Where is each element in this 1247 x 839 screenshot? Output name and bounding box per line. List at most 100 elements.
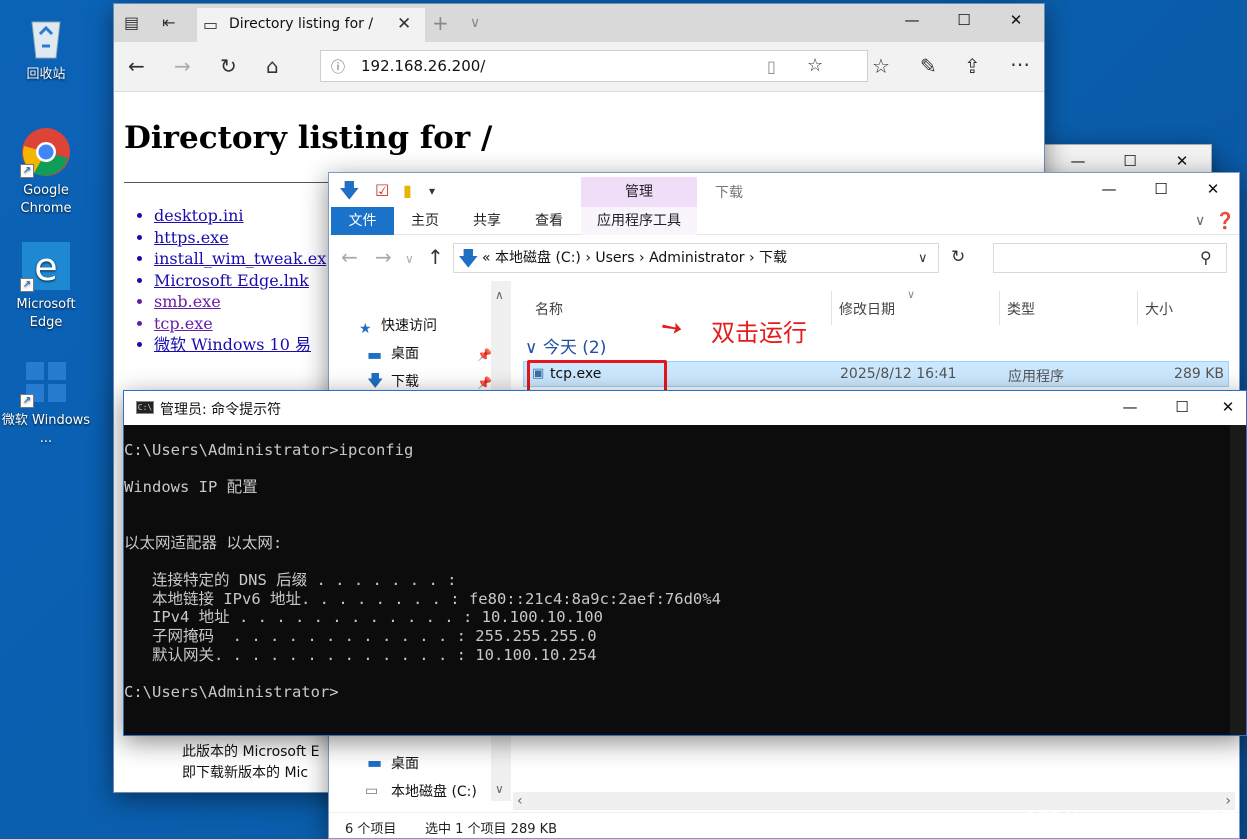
desktop-folder-icon: ▬ bbox=[367, 753, 383, 772]
close-icon[interactable]: ✕ bbox=[1208, 391, 1247, 423]
forward-icon[interactable]: → bbox=[174, 54, 191, 78]
close-icon[interactable]: ✕ bbox=[990, 4, 1042, 36]
explorer-address-row: ← → ∨ ↑ 🡇 « 本地磁盘 (C:) › Users › Administ… bbox=[329, 235, 1239, 281]
refresh-icon[interactable]: ↻ bbox=[951, 245, 965, 269]
tab-home[interactable]: 主页 bbox=[399, 207, 451, 235]
expand-ribbon-icon[interactable]: ∨ bbox=[1195, 209, 1205, 233]
refresh-icon[interactable]: ↻ bbox=[220, 54, 237, 78]
file-link[interactable]: https.exe bbox=[154, 227, 326, 249]
url-input[interactable]: ⓘ 192.168.26.200/ ▯ ☆ bbox=[320, 50, 868, 82]
file-size: 289 KB bbox=[1174, 366, 1224, 382]
shortcut-arrow-icon: ↗ bbox=[20, 278, 34, 292]
console-output[interactable]: C:\Users\Administrator>ipconfig Windows … bbox=[124, 441, 721, 701]
down-arrow-icon: 🡇 bbox=[339, 178, 360, 202]
nav-quick-access[interactable]: 快速访问 bbox=[381, 315, 437, 335]
new-tab-icon[interactable]: + bbox=[432, 11, 449, 35]
set-aside-tabs-icon[interactable]: ⇤ bbox=[162, 11, 175, 35]
file-link[interactable]: tcp.exe bbox=[154, 313, 326, 335]
scroll-up-icon[interactable]: ∧ bbox=[495, 283, 504, 307]
recycle-bin-icon bbox=[20, 10, 72, 62]
column-name[interactable]: 名称 bbox=[535, 299, 563, 319]
edge-label: Microsoft Edge bbox=[16, 297, 76, 330]
edge-shortcut[interactable]: e ↗ Microsoft Edge bbox=[0, 240, 92, 332]
column-date[interactable]: 修改日期 bbox=[839, 299, 895, 319]
ribbon-tabs: 文件 主页 共享 查看 应用程序工具 ∨ ❓ bbox=[329, 207, 1239, 235]
breadcrumb[interactable]: 🡇 « 本地磁盘 (C:) › Users › Administrator › … bbox=[453, 243, 939, 273]
edge-update-note: 此版本的 Microsoft E 即下载新版本的 Mic bbox=[182, 744, 320, 781]
chevron-down-icon[interactable]: ∨ bbox=[470, 11, 480, 35]
back-icon[interactable]: ← bbox=[341, 245, 358, 269]
home-icon[interactable]: ⌂ bbox=[266, 54, 279, 78]
tab-app-tools[interactable]: 应用程序工具 bbox=[581, 207, 697, 235]
back-icon[interactable]: ← bbox=[128, 54, 145, 78]
browser-tab[interactable]: ▭ Directory listing for / ✕ bbox=[197, 8, 425, 42]
forward-icon[interactable]: → bbox=[375, 245, 392, 269]
scroll-left-icon[interactable]: ‹ bbox=[517, 789, 523, 813]
file-link[interactable]: 微软 Windows 10 易 bbox=[154, 334, 326, 356]
recent-locations-icon[interactable]: ∨ bbox=[405, 247, 414, 271]
quick-access-toolbar-dropdown-icon[interactable]: ▾ bbox=[429, 179, 435, 203]
windows-shortcut[interactable]: ↗ 微软 Windows ... bbox=[0, 356, 92, 448]
column-divider[interactable] bbox=[1137, 291, 1138, 325]
properties-icon[interactable]: ☑ bbox=[375, 179, 389, 203]
maximize-icon[interactable]: ☐ bbox=[1156, 391, 1208, 423]
divider bbox=[124, 182, 330, 183]
star-icon: ★ bbox=[359, 321, 372, 337]
up-icon[interactable]: ↑ bbox=[427, 245, 444, 269]
column-size[interactable]: 大小 bbox=[1145, 299, 1173, 319]
nav-desktop[interactable]: 桌面 bbox=[391, 343, 419, 363]
url-text: 192.168.26.200/ bbox=[361, 57, 486, 75]
column-type[interactable]: 类型 bbox=[1007, 299, 1035, 319]
cmd-icon: C:\ bbox=[136, 401, 154, 414]
highlight-box bbox=[527, 360, 667, 393]
close-icon[interactable]: ✕ bbox=[1187, 173, 1239, 205]
file-link[interactable]: install_wim_tweak.ex bbox=[154, 248, 326, 270]
file-link[interactable]: desktop.ini bbox=[154, 205, 326, 227]
column-divider[interactable] bbox=[831, 291, 832, 325]
page-icon: ▭ bbox=[203, 15, 219, 34]
maximize-icon[interactable]: ☐ bbox=[938, 4, 990, 36]
file-link[interactable]: smb.exe bbox=[154, 291, 326, 313]
tab-preview-icon[interactable]: ▤ bbox=[124, 11, 139, 35]
chevron-down-icon[interactable]: ∨ bbox=[918, 247, 928, 271]
group-header-today[interactable]: ∨ 今天 (2) bbox=[525, 333, 606, 358]
minimize-icon[interactable]: — bbox=[1083, 173, 1135, 205]
tab-bar: ▤ ⇤ ▭ Directory listing for / ✕ + ∨ — ☐ … bbox=[114, 4, 1044, 42]
drive-icon: ▭ bbox=[365, 783, 379, 799]
pen-icon[interactable]: ✎ bbox=[920, 54, 937, 78]
help-icon[interactable]: ❓ bbox=[1215, 209, 1235, 233]
chrome-icon: ↗ bbox=[20, 126, 72, 178]
file-link-list: desktop.ini https.exe install_wim_tweak.… bbox=[154, 205, 326, 356]
close-tab-icon[interactable]: ✕ bbox=[397, 12, 411, 36]
annotation-label: 双击运行 bbox=[711, 319, 807, 347]
nav-desktop[interactable]: 桌面 bbox=[391, 753, 419, 773]
tab-file[interactable]: 文件 bbox=[331, 207, 394, 235]
nav-local-disk[interactable]: 本地磁盘 (C:) bbox=[391, 781, 477, 801]
search-input[interactable]: ⚲ bbox=[993, 243, 1227, 273]
minimize-icon[interactable]: — bbox=[886, 4, 938, 36]
tab-manage[interactable]: 管理 bbox=[581, 177, 697, 207]
recycle-bin-shortcut[interactable]: 回收站 bbox=[0, 10, 92, 84]
shortcut-arrow-icon: ↗ bbox=[20, 394, 34, 408]
file-link[interactable]: Microsoft Edge.lnk bbox=[154, 270, 326, 292]
nav-downloads[interactable]: 下载 bbox=[391, 371, 419, 391]
tab-title: Directory listing for / bbox=[229, 16, 374, 32]
column-divider[interactable] bbox=[999, 291, 1000, 325]
pin-icon[interactable]: 📌 bbox=[477, 343, 492, 367]
cmd-titlebar: C:\ 管理员: 命令提示符 — ☐ ✕ bbox=[124, 391, 1246, 425]
console-scrollbar[interactable] bbox=[1230, 425, 1246, 735]
tab-share[interactable]: 共享 bbox=[461, 207, 513, 235]
minimize-icon[interactable]: — bbox=[1104, 391, 1156, 423]
favorites-list-icon[interactable]: ☆ bbox=[872, 54, 890, 78]
maximize-icon[interactable]: ☐ bbox=[1135, 173, 1187, 205]
scroll-down-icon[interactable]: ∨ bbox=[495, 777, 504, 801]
favorite-star-icon[interactable]: ☆ bbox=[807, 54, 823, 78]
info-icon[interactable]: ⓘ bbox=[331, 56, 345, 80]
tab-view[interactable]: 查看 bbox=[523, 207, 575, 235]
more-icon[interactable]: ⋯ bbox=[1010, 52, 1030, 76]
search-icon: ⚲ bbox=[1200, 248, 1212, 267]
folder-icon[interactable]: ▮ bbox=[403, 179, 412, 203]
chrome-shortcut[interactable]: ↗ Google Chrome bbox=[0, 126, 92, 218]
share-icon[interactable]: ⇪ bbox=[964, 54, 981, 78]
reading-view-icon[interactable]: ▯ bbox=[767, 55, 776, 79]
